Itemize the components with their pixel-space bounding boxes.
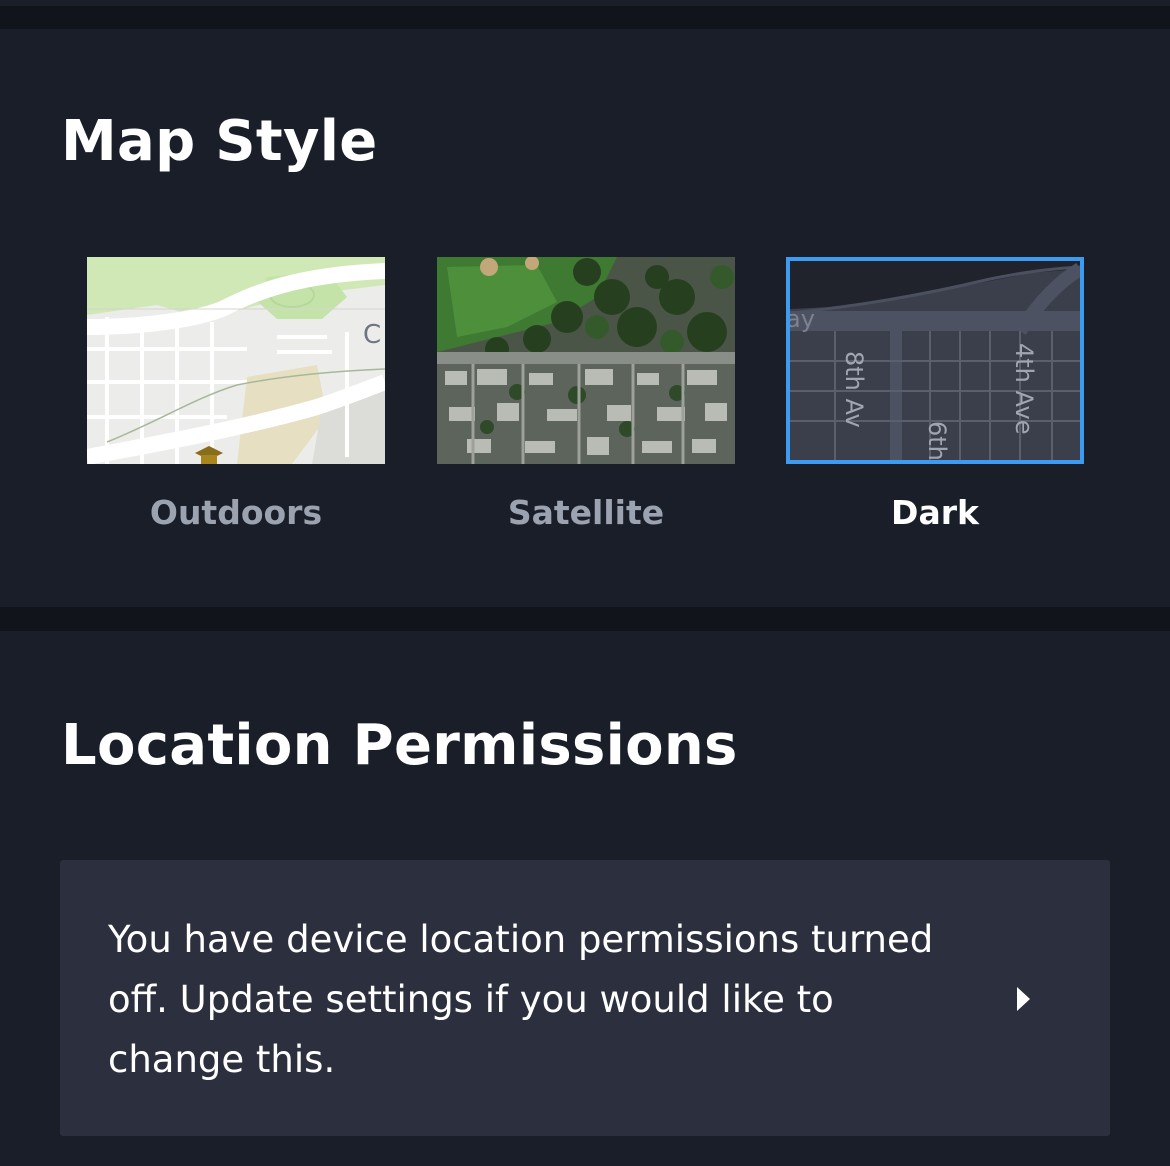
top-section-edge	[0, 0, 1170, 6]
outdoors-map-thumbnail: C	[87, 257, 385, 464]
satellite-label: Satellite	[507, 493, 665, 532]
location-permissions-section: Location Permissions You have device loc…	[0, 631, 1170, 1166]
svg-text:ay: ay	[790, 305, 815, 333]
svg-text:6th: 6th	[923, 421, 951, 460]
outdoors-label: Outdoors	[149, 493, 323, 532]
map-style-option-satellite[interactable]: Satellite	[437, 257, 735, 537]
chevron-right-icon	[1013, 984, 1033, 1014]
map-style-option-outdoors[interactable]: C Outdoors	[87, 257, 385, 537]
svg-text:C: C	[363, 320, 381, 350]
svg-text:8th Av: 8th Av	[840, 351, 868, 428]
map-style-title: Map Style	[61, 109, 378, 174]
map-style-option-dark[interactable]: ay 8th Av 6th 4th Ave Dark	[786, 257, 1084, 537]
location-permissions-row[interactable]: You have device location permissions tur…	[60, 860, 1110, 1136]
location-permissions-message: You have device location permissions tur…	[108, 918, 934, 1081]
dark-label: Dark	[891, 493, 979, 532]
location-permissions-title: Location Permissions	[61, 713, 738, 778]
satellite-map-thumbnail	[437, 257, 735, 464]
map-style-section: Map Style C Outdoors Satellite y 8th Av …	[0, 29, 1170, 607]
svg-text:4th Ave: 4th Ave	[1010, 343, 1038, 435]
dark-map-thumbnail: ay 8th Av 6th 4th Ave	[786, 257, 1084, 464]
